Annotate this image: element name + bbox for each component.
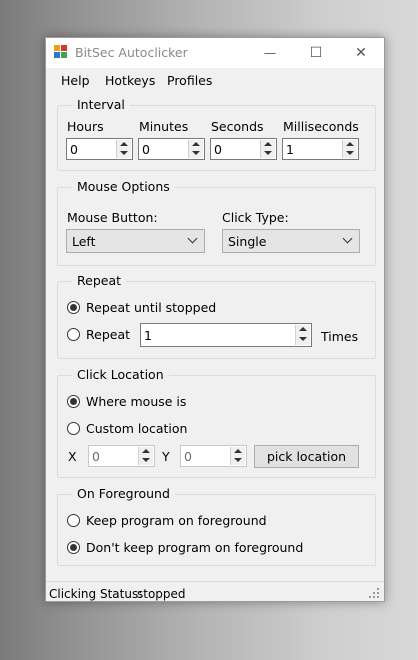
repeat-until-stopped-label[interactable]: Repeat until stopped	[86, 300, 216, 315]
milliseconds-value: 1	[286, 142, 294, 157]
x-coordinate-stepper[interactable]: 0	[88, 445, 155, 467]
spin-down-icon[interactable]	[261, 149, 275, 158]
foreground-legend: On Foreground	[72, 486, 175, 502]
seconds-value: 0	[214, 142, 222, 157]
milliseconds-spin-arrows	[342, 140, 357, 158]
menu-profiles[interactable]: Profiles	[167, 73, 212, 88]
title-bar[interactable]: BitSec Autoclicker — ☐ ✕	[46, 38, 384, 68]
minutes-value: 0	[142, 142, 150, 157]
repeat-spin-arrows	[295, 325, 310, 345]
repeat-legend: Repeat	[72, 273, 127, 289]
repeat-count-radio[interactable]	[67, 328, 80, 341]
times-label: Times	[321, 329, 359, 344]
mouse-options-legend: Mouse Options	[72, 179, 175, 195]
y-spin-arrows	[230, 447, 245, 465]
maximize-icon[interactable]: ☐	[293, 38, 339, 68]
click-location-legend: Click Location	[72, 367, 169, 383]
close-icon[interactable]: ✕	[338, 38, 384, 68]
chevron-down-icon	[187, 233, 198, 244]
hours-stepper[interactable]: 0	[66, 138, 133, 160]
x-label: X	[68, 449, 77, 464]
status-label: Clicking Status:	[49, 587, 143, 601]
repeat-times-value: 1	[144, 328, 152, 343]
mouse-button-label: Mouse Button:	[67, 210, 158, 225]
mouse-options-group: Mouse Options Mouse Button: Click Type: …	[57, 179, 376, 266]
spin-up-icon[interactable]	[231, 447, 245, 456]
custom-location-label[interactable]: Custom location	[86, 421, 187, 436]
milliseconds-stepper[interactable]: 1	[282, 138, 359, 160]
foreground-group: On Foreground Keep program on foreground…	[57, 486, 376, 566]
spin-up-icon[interactable]	[296, 325, 310, 335]
mouse-button-value: Left	[72, 234, 96, 249]
repeat-group: Repeat Repeat until stopped Repeat 1 Tim…	[57, 273, 376, 359]
minutes-spin-arrows	[188, 140, 203, 158]
spin-up-icon[interactable]	[139, 447, 153, 456]
status-value: stopped	[137, 587, 186, 601]
status-bar: Clicking Status: stopped	[46, 581, 384, 602]
app-icon	[54, 45, 69, 60]
x-spin-arrows	[138, 447, 153, 465]
spin-up-icon[interactable]	[117, 140, 131, 149]
spin-up-icon[interactable]	[343, 140, 357, 149]
seconds-spin-arrows	[260, 140, 275, 158]
click-type-select[interactable]: Single	[222, 229, 360, 253]
window-title: BitSec Autoclicker	[75, 45, 188, 60]
y-label: Y	[162, 449, 170, 464]
spin-down-icon[interactable]	[231, 456, 245, 465]
where-mouse-radio[interactable]	[67, 395, 80, 408]
y-value: 0	[184, 449, 192, 464]
spin-up-icon[interactable]	[189, 140, 203, 149]
spin-down-icon[interactable]	[139, 456, 153, 465]
x-value: 0	[92, 449, 100, 464]
hours-spin-arrows	[116, 140, 131, 158]
minutes-label: Minutes	[139, 119, 189, 134]
mouse-button-select[interactable]: Left	[66, 229, 205, 253]
resize-grip-icon[interactable]	[369, 588, 381, 600]
repeat-until-stopped-radio[interactable]	[67, 301, 80, 314]
repeat-count-label[interactable]: Repeat	[86, 327, 130, 342]
spin-down-icon[interactable]	[343, 149, 357, 158]
minutes-stepper[interactable]: 0	[138, 138, 205, 160]
keep-foreground-radio[interactable]	[67, 514, 80, 527]
where-mouse-label[interactable]: Where mouse is	[86, 394, 186, 409]
hours-label: Hours	[67, 119, 104, 134]
spin-down-icon[interactable]	[117, 149, 131, 158]
custom-location-radio[interactable]	[67, 422, 80, 435]
y-coordinate-stepper[interactable]: 0	[180, 445, 247, 467]
spin-down-icon[interactable]	[296, 335, 310, 345]
minimize-icon[interactable]: —	[247, 38, 293, 68]
spin-down-icon[interactable]	[189, 149, 203, 158]
click-type-value: Single	[228, 234, 267, 249]
repeat-times-stepper[interactable]: 1	[140, 323, 312, 347]
menu-bar: Help Hotkeys Profiles	[46, 68, 384, 92]
seconds-label: Seconds	[211, 119, 264, 134]
interval-legend: Interval	[72, 97, 130, 113]
menu-help[interactable]: Help	[61, 73, 90, 88]
chevron-down-icon	[342, 233, 353, 244]
app-window: BitSec Autoclicker — ☐ ✕ Help Hotkeys Pr…	[45, 37, 385, 602]
click-location-group: Click Location Where mouse is Custom loc…	[57, 367, 376, 478]
keep-foreground-label[interactable]: Keep program on foreground	[86, 513, 267, 528]
pick-location-button[interactable]: pick location	[254, 445, 359, 468]
interval-group: Interval Hours Minutes Seconds Milliseco…	[57, 97, 376, 171]
milliseconds-label: Milliseconds	[283, 119, 359, 134]
dont-keep-foreground-label[interactable]: Don't keep program on foreground	[86, 540, 303, 555]
spin-up-icon[interactable]	[261, 140, 275, 149]
dont-keep-foreground-radio[interactable]	[67, 541, 80, 554]
seconds-stepper[interactable]: 0	[210, 138, 277, 160]
menu-hotkeys[interactable]: Hotkeys	[105, 73, 155, 88]
click-type-label: Click Type:	[222, 210, 289, 225]
hours-value: 0	[70, 142, 78, 157]
